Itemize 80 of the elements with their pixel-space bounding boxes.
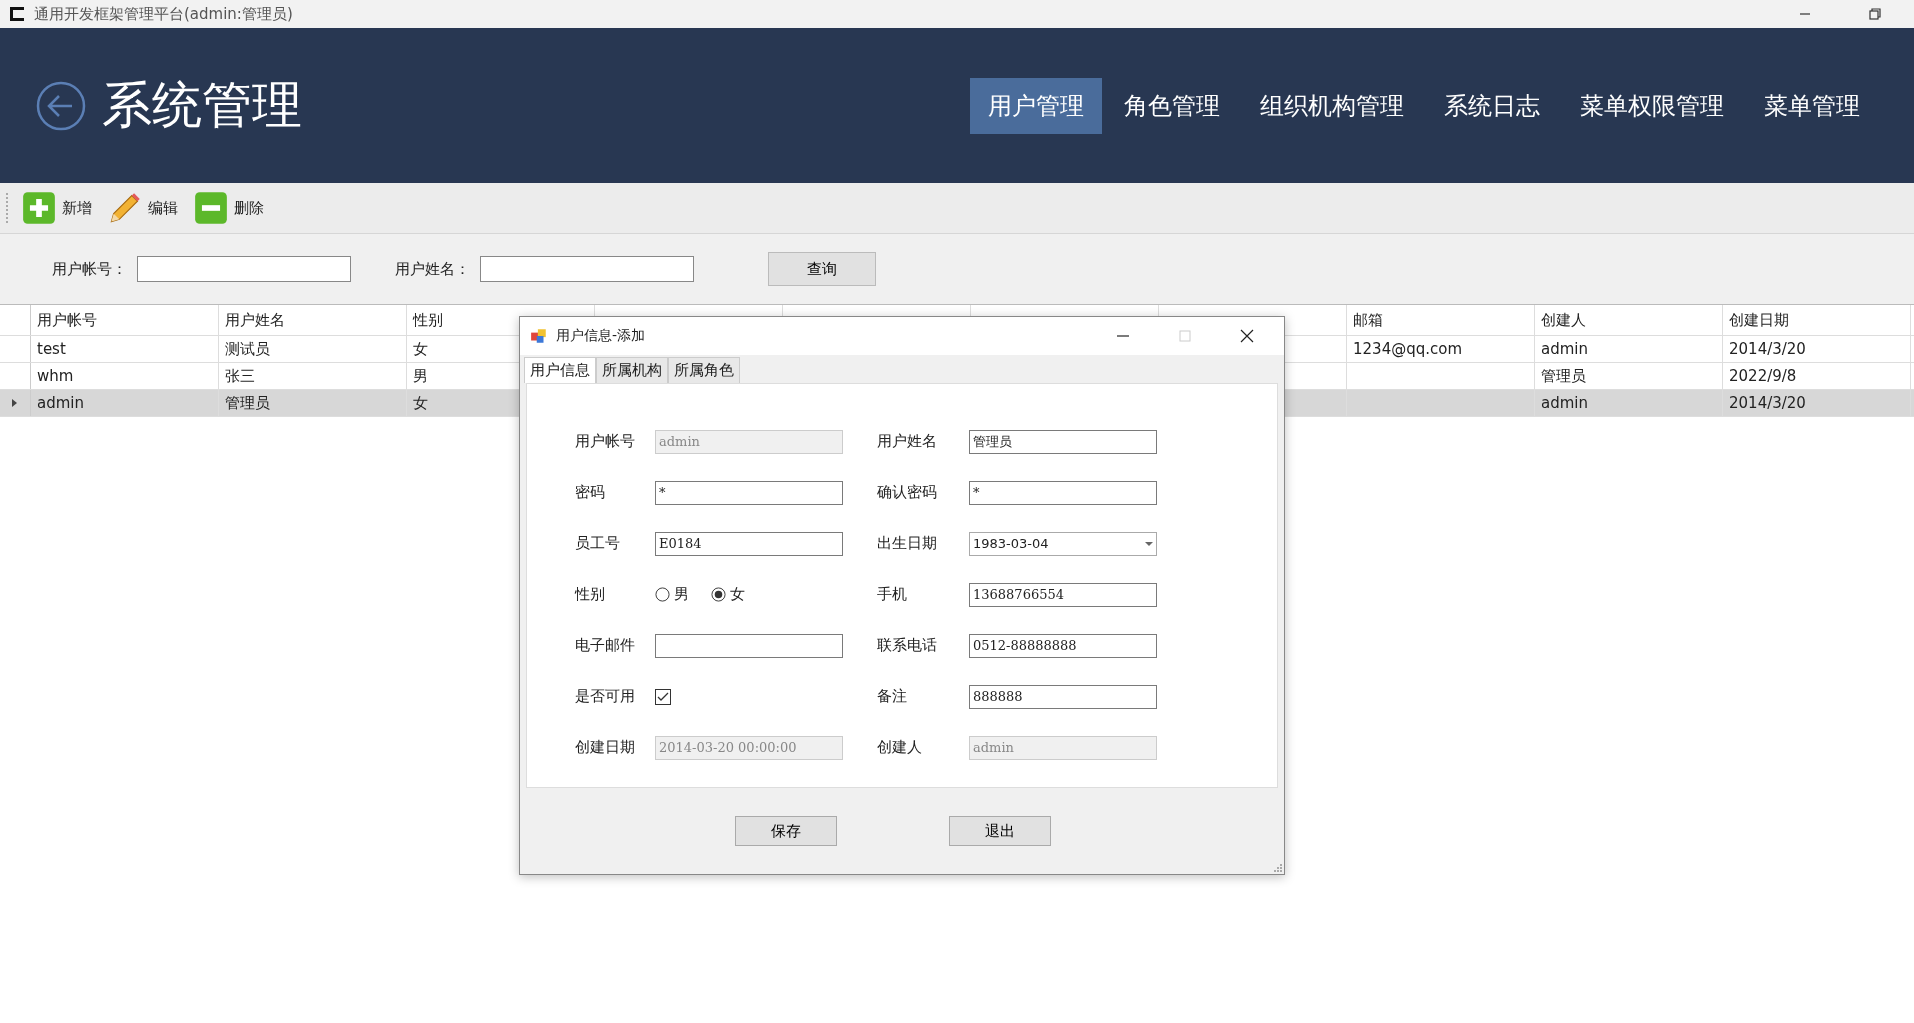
text-field[interactable]: 13688766554 [969,582,1157,607]
row-pointer-icon [12,399,18,407]
close-icon[interactable] [1240,329,1254,343]
pencil-icon [108,191,142,225]
checkbox[interactable] [655,688,671,705]
page-title: 系统管理 [102,75,302,136]
table-cell: admin [37,394,84,412]
column-header[interactable]: 用户帐号 [37,310,97,330]
table-cell: 女 [413,393,428,413]
column-header[interactable]: 创建人 [1541,310,1586,330]
nav-tab[interactable]: 组织机构管理 [1242,77,1422,134]
field-label: 确认密码 [876,482,938,503]
table-cell: whm [37,367,74,385]
field-label: 用户姓名 [876,431,938,452]
window-title: 通用开发框架管理平台(admin:管理员) [34,4,293,24]
table-cell: 测试员 [225,339,270,359]
table-cell: 女 [413,339,428,359]
nav-tab[interactable]: 角色管理 [1106,77,1238,134]
table-cell: 管理员 [225,393,270,413]
text-field[interactable]: 管理员 [969,429,1157,454]
text-field[interactable]: * [655,480,843,505]
table-cell: 张三 [225,366,255,386]
dialog-tab[interactable]: 所属机构 [596,357,668,383]
text-field[interactable]: 888888 [969,684,1157,709]
field-label: 联系电话 [876,635,938,656]
nav-tab[interactable]: 菜单管理 [1746,77,1878,134]
nav-tab[interactable]: 菜单权限管理 [1562,77,1742,134]
maximize-icon [1178,329,1192,343]
minus-icon [194,191,228,225]
field-label: 创建人 [876,737,923,758]
dialog-button[interactable]: 保存 [735,816,837,846]
toolbar-button[interactable]: 删除 [190,189,268,227]
nav-tab[interactable]: 系统日志 [1426,77,1558,134]
column-header[interactable]: 用户姓名 [225,310,285,330]
field-label: 性别 [575,584,606,605]
search-label: 用户姓名： [395,259,470,279]
table-cell: 2014/3/20 [1729,394,1806,412]
dialog-tab[interactable]: 所属角色 [668,357,740,383]
toolbar-button[interactable]: 新增 [18,189,96,227]
nav-tab[interactable]: 用户管理 [970,77,1102,134]
column-header[interactable]: 创建日期 [1729,310,1789,330]
query-button[interactable]: 查询 [768,252,876,286]
field-label: 备注 [876,686,908,707]
table-cell: test [37,340,66,358]
field-label: 电子邮件 [575,635,636,656]
table-cell: admin [1541,394,1588,412]
field-label: 员工号 [575,533,621,554]
column-header[interactable]: 邮箱 [1353,310,1383,330]
dialog-button[interactable]: 退出 [949,816,1051,846]
text-field[interactable]: E0184 [655,531,843,556]
field-label: 出生日期 [876,533,938,554]
radio-button[interactable]: 男 [655,585,689,604]
search-label: 用户帐号： [52,259,127,279]
plus-icon [22,191,56,225]
app-logo-icon [8,5,26,23]
resize-grip-icon[interactable] [1272,862,1282,872]
search-field[interactable] [480,256,694,282]
window-app-icon [530,327,548,345]
restore-icon[interactable] [1868,7,1882,21]
table-cell: admin [1541,340,1588,358]
text-field[interactable]: * [969,480,1157,505]
table-cell: 1234@qq.com [1353,340,1463,358]
field-label: 密码 [575,482,606,503]
dropdown-caret-icon [1145,541,1153,546]
toolbar-button[interactable]: 编辑 [104,189,182,227]
table-cell: 男 [413,366,428,386]
search-field[interactable] [137,256,351,282]
field-label: 是否可用 [575,686,636,707]
text-field[interactable] [655,633,843,658]
field-label: 手机 [876,584,908,605]
table-cell: 2014/3/20 [1729,340,1806,358]
text-field[interactable]: 0512-88888888 [969,633,1157,658]
date-picker[interactable]: 1983-03-04 [969,531,1157,556]
dialog-tab[interactable]: 用户信息 [524,357,596,383]
field-label: 创建日期 [575,737,636,758]
table-cell: 管理员 [1541,366,1586,386]
radio-button[interactable]: 女 [711,585,745,604]
column-header[interactable]: 性别 [413,310,443,330]
table-cell: 2022/9/8 [1729,367,1797,385]
field-label: 用户帐号 [575,431,636,452]
